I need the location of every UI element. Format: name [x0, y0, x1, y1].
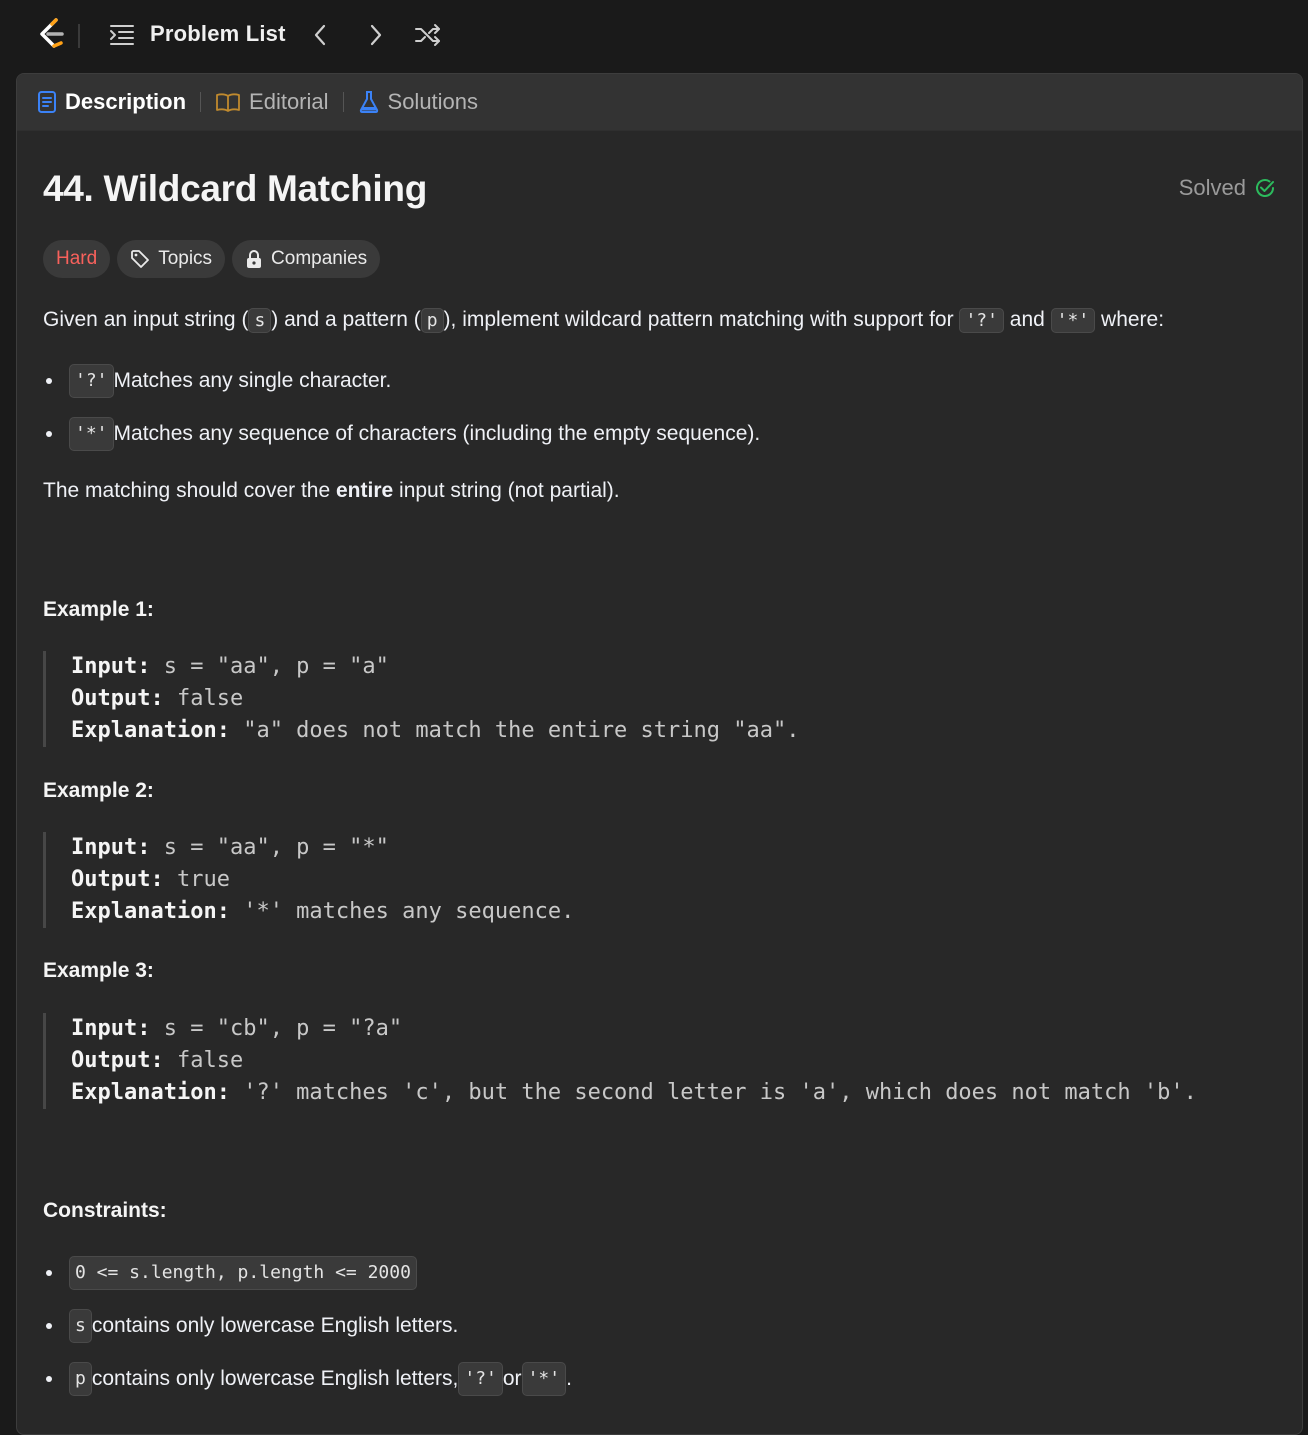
- example-label: Output:: [71, 867, 164, 892]
- bullet-dot: [46, 1323, 52, 1329]
- shuffle-icon: [415, 24, 440, 46]
- top-navbar: Problem List: [0, 0, 1308, 72]
- inline-code: '?': [959, 308, 1004, 333]
- flask-icon: [359, 91, 378, 113]
- tab-description[interactable]: Description: [37, 89, 186, 115]
- check-circle-icon: [1256, 179, 1274, 197]
- problem-list-label[interactable]: Problem List: [150, 21, 286, 47]
- example-explanation: '*' matches any sequence.: [229, 899, 575, 924]
- navbar-divider: [78, 24, 80, 48]
- bullet-dot: [46, 378, 52, 384]
- example-heading: Example 1:: [43, 598, 154, 621]
- example-label: Explanation:: [71, 718, 230, 743]
- statement-text: where:: [1095, 308, 1165, 331]
- example-label: Explanation:: [71, 1080, 230, 1105]
- document-icon: [38, 91, 56, 113]
- example-heading: Example 2:: [43, 779, 154, 802]
- inline-code: '*': [521, 1362, 567, 1396]
- problem-list-icon[interactable]: [108, 22, 136, 48]
- tab-solutions[interactable]: Solutions: [358, 89, 479, 115]
- note-text: input string (not partial).: [393, 479, 620, 502]
- example-input: s = "aa", p = "a": [150, 654, 389, 679]
- problem-tags: Hard Topics Companies: [43, 240, 381, 278]
- bullet-dot: [46, 1270, 52, 1276]
- companies-label: Companies: [271, 248, 368, 269]
- example-block: Input: s = "cb", p = "?a" Output: false …: [43, 1013, 1197, 1109]
- statement-text: ) and a pattern (: [271, 308, 421, 331]
- example-heading: Example 3:: [43, 959, 154, 982]
- inline-code: s: [248, 308, 272, 333]
- example-label: Input:: [71, 1016, 151, 1041]
- bullet-dot: [46, 1376, 52, 1382]
- example-label: Output:: [71, 1048, 164, 1073]
- tab-editorial[interactable]: Editorial: [215, 89, 329, 115]
- example-label: Input:: [71, 835, 151, 860]
- topics-label: Topics: [158, 248, 213, 269]
- tab-divider: [342, 92, 344, 112]
- inline-code: '*': [69, 417, 114, 451]
- panel-tab-bar: Description Editorial Solutions: [17, 74, 1302, 131]
- next-problem-button[interactable]: [362, 20, 390, 50]
- difficulty-badge: Hard: [43, 240, 111, 278]
- rule-text: Matches any single character.: [113, 369, 392, 392]
- statement-text: Given an input string (: [43, 308, 249, 331]
- tab-description-label: Description: [65, 89, 187, 114]
- example-input: s = "cb", p = "?a": [150, 1016, 403, 1041]
- tag-icon: [131, 250, 150, 268]
- inline-code: 0 <= s.length, p.length <= 2000: [69, 1256, 417, 1290]
- example-block: Input: s = "aa", p = "*" Output: true Ex…: [43, 832, 574, 928]
- problem-title[interactable]: 44. Wildcard Matching: [43, 168, 427, 210]
- constraints-heading: Constraints:: [43, 1199, 167, 1222]
- note-text: The matching should cover the: [43, 479, 336, 502]
- solved-status: Solved: [1179, 175, 1276, 201]
- inline-code: s: [69, 1309, 92, 1343]
- book-icon: [216, 93, 240, 112]
- chevron-left-icon: [314, 24, 326, 46]
- list-item: 0 <= s.length, p.length <= 2000: [43, 1256, 417, 1290]
- constraint-text: .: [566, 1367, 572, 1390]
- example-input: s = "aa", p = "*": [150, 835, 389, 860]
- example-label: Input:: [71, 654, 151, 679]
- chevron-right-icon: [370, 24, 382, 46]
- tab-divider: [200, 92, 202, 112]
- inline-code: '*': [1050, 308, 1096, 333]
- leetcode-logo-icon[interactable]: [34, 16, 70, 52]
- tab-solutions-label: Solutions: [387, 89, 479, 114]
- example-label: Explanation:: [71, 899, 230, 924]
- problem-statement: Given an input string (s) and a pattern …: [43, 305, 1164, 336]
- statement-text: ), implement wildcard pattern matching w…: [443, 308, 960, 331]
- inline-code: '?': [69, 364, 114, 398]
- description-panel: Description Editorial Solutions 44. Wild…: [16, 73, 1303, 1435]
- list-item: '?' Matches any single character.: [43, 364, 391, 398]
- statement-text: and: [1003, 308, 1051, 331]
- constraint-text: contains only lowercase English letters.: [91, 1314, 459, 1337]
- constraint-text: contains only lowercase English letters,: [91, 1367, 459, 1390]
- tab-editorial-label: Editorial: [249, 89, 329, 114]
- previous-problem-button[interactable]: [306, 20, 334, 50]
- example-block: Input: s = "aa", p = "a" Output: false E…: [43, 651, 800, 747]
- list-item: '*' Matches any sequence of characters (…: [43, 417, 760, 451]
- inline-code: p: [420, 308, 444, 333]
- example-output: true: [163, 867, 230, 892]
- example-explanation: '?' matches 'c', but the second letter i…: [229, 1080, 1197, 1105]
- lock-icon: [247, 250, 262, 268]
- inline-code: '?': [458, 1362, 503, 1396]
- random-problem-button[interactable]: [412, 20, 444, 50]
- example-output: false: [163, 1048, 244, 1073]
- example-label: Output:: [71, 686, 164, 711]
- example-explanation: "a" does not match the entire string "aa…: [229, 718, 800, 743]
- matching-note: The matching should cover the entire inp…: [43, 476, 620, 506]
- rule-text: Matches any sequence of characters (incl…: [113, 422, 761, 445]
- list-item: p contains only lowercase English letter…: [43, 1362, 572, 1396]
- inline-code: p: [69, 1362, 92, 1396]
- topics-button[interactable]: Topics: [117, 240, 226, 278]
- emphasis-text: entire: [336, 479, 394, 502]
- companies-button[interactable]: Companies: [232, 240, 381, 278]
- list-item: s contains only lowercase English letter…: [43, 1309, 458, 1343]
- example-output: false: [163, 686, 244, 711]
- bullet-dot: [46, 431, 52, 437]
- constraint-text: or: [502, 1367, 522, 1390]
- solved-status-label: Solved: [1178, 175, 1246, 200]
